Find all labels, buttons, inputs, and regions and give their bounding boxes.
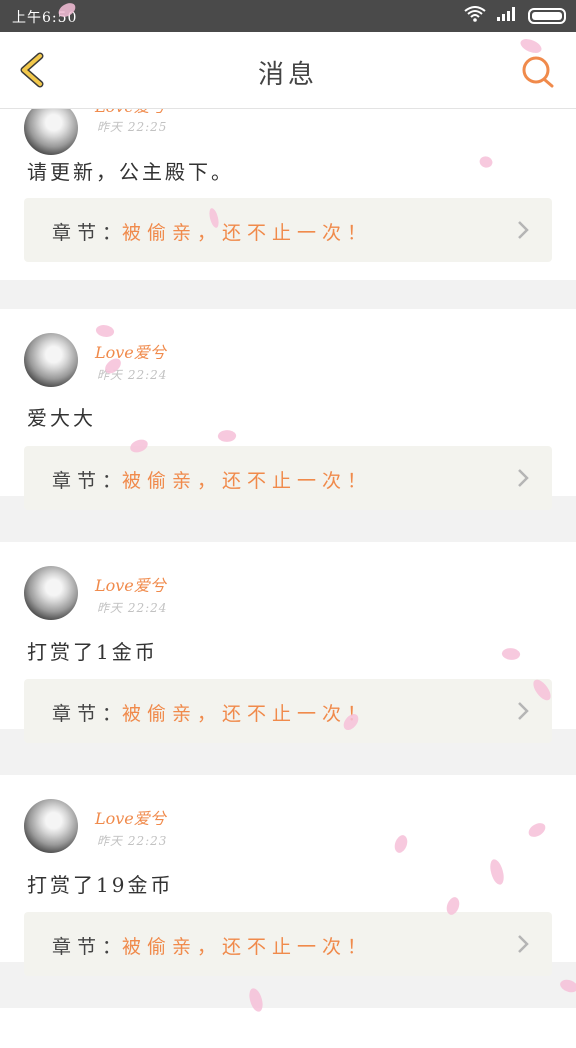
chapter-label: 章节： — [52, 936, 128, 958]
status-bar: 上午6:50 — [0, 0, 576, 32]
message-card[interactable] — [0, 1008, 576, 1048]
chapter-link[interactable]: 章节： 被偷亲，还不止一次！ — [24, 446, 552, 510]
chapter-label: 章节： — [52, 222, 128, 244]
battery-icon — [528, 8, 566, 24]
chapter-title: 被偷亲，还不止一次！ — [122, 703, 373, 725]
avatar[interactable] — [24, 333, 78, 387]
username[interactable]: Love爱兮 — [95, 339, 166, 363]
petal-decoration — [558, 976, 576, 996]
status-icons — [464, 6, 566, 26]
message-time: 昨天 22:23 — [97, 834, 168, 848]
chapter-link[interactable]: 章节： 被偷亲，还不止一次！ — [24, 679, 552, 743]
message-card[interactable]: Love爱兮 昨天 22:25 请更新，公主殿下。 章节： 被偷亲，还不止一次！ — [0, 93, 576, 280]
wifi-icon — [464, 6, 486, 26]
chevron-right-icon — [518, 935, 529, 953]
avatar[interactable] — [24, 799, 78, 853]
message-text: 打赏了19金币 — [27, 873, 174, 897]
signal-icon — [496, 6, 518, 26]
chapter-label: 章节： — [52, 703, 128, 725]
chapter-title: 被偷亲，还不止一次！ — [122, 222, 373, 244]
nav-bar: 消息 — [0, 32, 576, 109]
message-text: 爱大大 — [27, 406, 96, 430]
search-button[interactable] — [518, 52, 558, 92]
username[interactable]: Love爱兮 — [95, 805, 166, 829]
chapter-title: 被偷亲，还不止一次！ — [122, 936, 373, 958]
message-text: 请更新，公主殿下。 — [27, 160, 234, 184]
search-icon — [522, 56, 554, 88]
chevron-right-icon — [518, 469, 529, 487]
chapter-label: 章节： — [52, 470, 128, 492]
message-card[interactable]: Love爱兮 昨天 22:24 打赏了1金币 章节： 被偷亲，还不止一次！ — [0, 542, 576, 743]
chevron-right-icon — [518, 221, 529, 239]
chapter-link[interactable]: 章节： 被偷亲，还不止一次！ — [24, 198, 552, 262]
message-time: 昨天 22:24 — [97, 601, 168, 615]
message-text: 打赏了1金币 — [27, 640, 158, 664]
avatar[interactable] — [24, 566, 78, 620]
chevron-right-icon — [518, 702, 529, 720]
username[interactable]: Love爱兮 — [95, 572, 166, 596]
chapter-link[interactable]: 章节： 被偷亲，还不止一次！ — [24, 912, 552, 976]
page-title: 消息 — [257, 60, 318, 90]
message-card[interactable]: Love爱兮 昨天 22:24 爱大大 章节： 被偷亲，还不止一次！ — [0, 309, 576, 510]
message-time: 昨天 22:25 — [97, 120, 168, 134]
chapter-title: 被偷亲，还不止一次！ — [122, 470, 373, 492]
avatar[interactable] — [24, 101, 78, 155]
